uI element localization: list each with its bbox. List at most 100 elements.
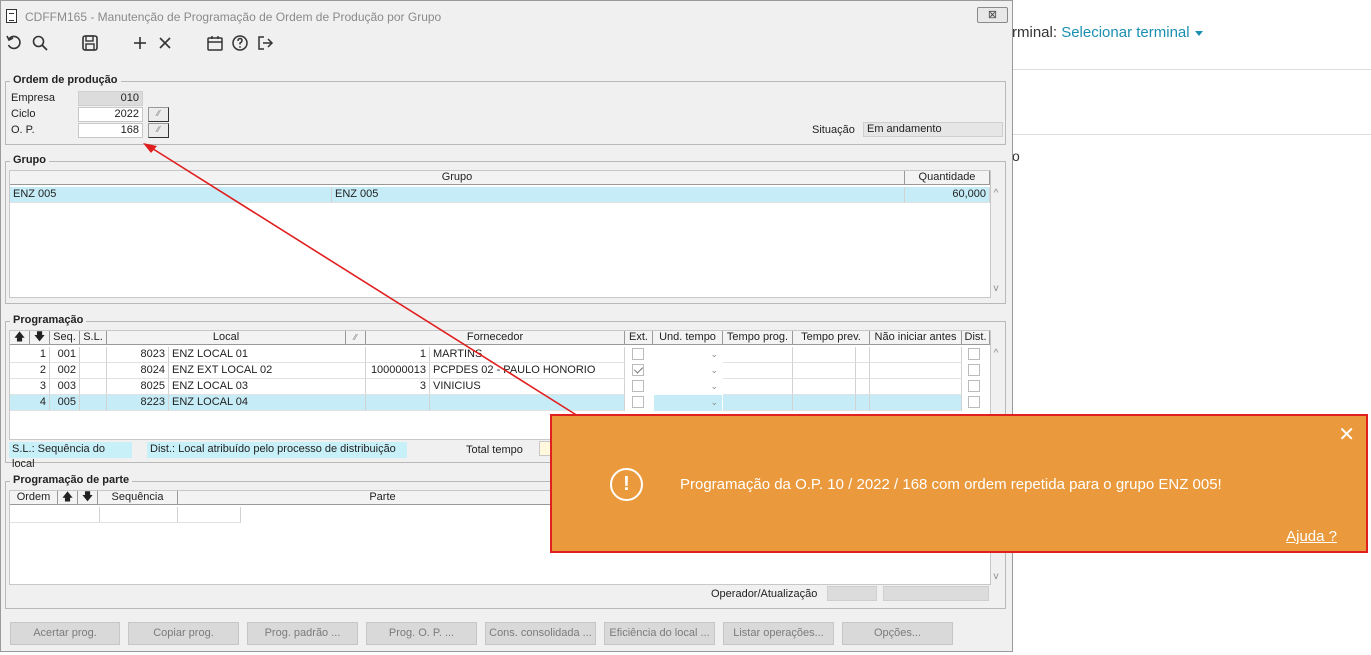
- dist-checkbox[interactable]: [968, 396, 980, 408]
- seq-cell[interactable]: 001: [50, 347, 80, 363]
- column-header-tempo-prog[interactable]: Tempo prog.: [723, 331, 793, 345]
- parte-cell[interactable]: [10, 507, 100, 523]
- tempo-prog-cell[interactable]: [723, 395, 793, 411]
- listar-operacoes-button[interactable]: Listar operações...: [723, 622, 834, 645]
- local-lookup-icon[interactable]: ⁄⁄: [346, 331, 366, 345]
- sort-down-icon[interactable]: 🡇: [78, 491, 98, 505]
- scroll-up-icon[interactable]: ^: [989, 348, 1003, 359]
- chevron-down-icon[interactable]: ⌄: [710, 397, 718, 408]
- close-icon[interactable]: ✕: [1338, 422, 1355, 447]
- sort-down-icon[interactable]: 🡇: [30, 331, 50, 345]
- chevron-down-icon[interactable]: ⌄: [710, 349, 718, 360]
- calendar-icon[interactable]: [206, 34, 224, 52]
- parte-cell[interactable]: [178, 507, 241, 523]
- chevron-down-icon[interactable]: ⌄: [710, 381, 718, 392]
- local-name-cell[interactable]: ENZ LOCAL 01: [169, 347, 366, 363]
- help-link[interactable]: Ajuda ?: [1286, 528, 1337, 545]
- grupo-name-cell[interactable]: ENZ 005: [332, 187, 905, 203]
- caret-down-icon[interactable]: [1194, 30, 1203, 36]
- column-header-ordem[interactable]: Ordem: [10, 491, 58, 505]
- ordem-cell[interactable]: 2: [10, 363, 50, 379]
- tempo-prev-unit-cell[interactable]: [856, 395, 870, 411]
- ext-checkbox[interactable]: [632, 380, 644, 392]
- column-header-sequencia[interactable]: Sequência: [98, 491, 178, 505]
- local-name-cell[interactable]: ENZ EXT LOCAL 02: [169, 363, 366, 379]
- nao-iniciar-cell[interactable]: [870, 395, 962, 411]
- chevron-down-icon[interactable]: ⌄: [710, 365, 718, 376]
- prog-padrao-button[interactable]: Prog. padrão ...: [247, 622, 358, 645]
- op-lookup-icon[interactable]: ⁄⁄: [148, 123, 169, 138]
- select-terminal-link[interactable]: Selecionar terminal: [1061, 24, 1189, 41]
- ext-checkbox[interactable]: [632, 364, 644, 376]
- sl-cell[interactable]: [80, 363, 107, 379]
- tempo-prog-cell[interactable]: [723, 363, 793, 379]
- ciclo-field[interactable]: 2022: [78, 107, 143, 122]
- local-code-cell[interactable]: 8025: [107, 379, 169, 395]
- fornecedor-code-cell[interactable]: [366, 395, 430, 411]
- local-code-cell[interactable]: 8223: [107, 395, 169, 411]
- dist-checkbox[interactable]: [968, 364, 980, 376]
- sl-cell[interactable]: [80, 395, 107, 411]
- und-tempo-dropdown[interactable]: ⌄: [654, 395, 722, 411]
- tempo-prev-unit-cell[interactable]: [856, 379, 870, 395]
- sort-up-icon[interactable]: 🡅: [58, 491, 78, 505]
- local-name-cell[interactable]: ENZ LOCAL 04: [169, 395, 366, 411]
- scroll-down-icon[interactable]: v: [989, 571, 1003, 582]
- column-header-dist[interactable]: Dist.: [962, 331, 990, 345]
- column-header-grupo[interactable]: Grupo: [10, 171, 905, 185]
- search-icon[interactable]: [31, 34, 49, 52]
- nao-iniciar-cell[interactable]: [870, 379, 962, 395]
- fornecedor-name-cell[interactable]: [430, 395, 625, 411]
- grupo-code-cell[interactable]: ENZ 005: [10, 187, 332, 203]
- fornecedor-code-cell[interactable]: 1: [366, 347, 430, 363]
- add-icon[interactable]: [131, 34, 149, 52]
- ciclo-lookup-icon[interactable]: ⁄⁄: [148, 107, 169, 122]
- opcoes-button[interactable]: Opções...: [842, 622, 953, 645]
- sort-up-icon[interactable]: 🡅: [10, 331, 30, 345]
- column-header-seq[interactable]: Seq.: [50, 331, 80, 345]
- seq-cell[interactable]: 003: [50, 379, 80, 395]
- column-header-tempo-prev[interactable]: Tempo prev.: [793, 331, 870, 345]
- scroll-up-icon[interactable]: ^: [989, 188, 1003, 199]
- tempo-prev-cell[interactable]: [793, 363, 856, 379]
- column-header-sl[interactable]: S.L.: [80, 331, 107, 345]
- und-tempo-dropdown[interactable]: ⌄: [654, 363, 722, 379]
- local-name-cell[interactable]: ENZ LOCAL 03: [169, 379, 366, 395]
- dist-checkbox[interactable]: [968, 348, 980, 360]
- column-header-fornecedor[interactable]: Fornecedor: [366, 331, 625, 345]
- ext-checkbox[interactable]: [632, 396, 644, 408]
- op-field[interactable]: 168: [78, 123, 143, 138]
- tempo-prev-cell[interactable]: [793, 395, 856, 411]
- ordem-cell[interactable]: 3: [10, 379, 50, 395]
- sl-cell[interactable]: [80, 347, 107, 363]
- cons-consolidada-button[interactable]: Cons. consolidada ...: [485, 622, 596, 645]
- delete-icon[interactable]: [156, 34, 174, 52]
- fornecedor-name-cell[interactable]: PCPDES 02 - PAULO HONORIO: [430, 363, 625, 379]
- tempo-prev-unit-cell[interactable]: [856, 363, 870, 379]
- scroll-down-icon[interactable]: v: [989, 283, 1003, 294]
- column-header-local[interactable]: Local: [107, 331, 346, 345]
- local-code-cell[interactable]: 8023: [107, 347, 169, 363]
- ext-checkbox[interactable]: [632, 348, 644, 360]
- prog-op-button[interactable]: Prog. O. P. ...: [366, 622, 477, 645]
- tempo-prev-cell[interactable]: [793, 379, 856, 395]
- column-header-quantidade[interactable]: Quantidade: [905, 171, 990, 185]
- exit-icon[interactable]: [256, 34, 274, 52]
- dist-checkbox[interactable]: [968, 380, 980, 392]
- grupo-quantidade-cell[interactable]: 60,000: [905, 187, 990, 203]
- und-tempo-dropdown[interactable]: ⌄: [654, 347, 722, 363]
- eficiencia-local-button[interactable]: Eficiência do local ...: [604, 622, 715, 645]
- tempo-prev-cell[interactable]: [793, 347, 856, 363]
- seq-cell[interactable]: 002: [50, 363, 80, 379]
- nao-iniciar-cell[interactable]: [870, 347, 962, 363]
- fornecedor-code-cell[interactable]: 100000013: [366, 363, 430, 379]
- ordem-cell[interactable]: 4: [10, 395, 50, 411]
- seq-cell[interactable]: 005: [50, 395, 80, 411]
- undo-icon[interactable]: [5, 34, 23, 52]
- parte-cell[interactable]: [100, 507, 178, 523]
- close-button[interactable]: ⊠: [977, 7, 1008, 23]
- und-tempo-dropdown[interactable]: ⌄: [654, 379, 722, 395]
- column-header-parte[interactable]: Parte: [178, 491, 588, 505]
- tempo-prog-cell[interactable]: [723, 379, 793, 395]
- local-code-cell[interactable]: 8024: [107, 363, 169, 379]
